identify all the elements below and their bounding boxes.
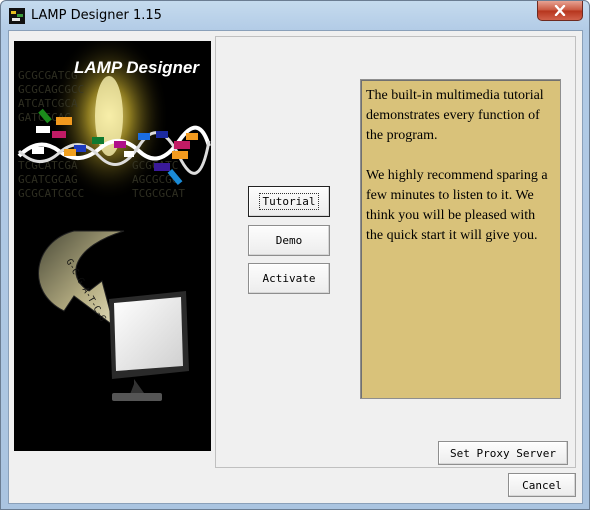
- set-proxy-server-button[interactable]: Set Proxy Server: [438, 441, 568, 465]
- close-icon: [554, 5, 566, 16]
- tutorial-info-text: The built-in multimedia tutorial demonst…: [360, 79, 561, 399]
- content-panel: Tutorial Demo Activate The built-in mult…: [215, 36, 576, 468]
- set-proxy-server-label: Set Proxy Server: [450, 446, 556, 460]
- app-window: LAMP Designer 1.15 GCGCGATCG GCGCAGCGCC …: [0, 0, 590, 510]
- activate-button[interactable]: Activate: [248, 263, 330, 294]
- cancel-button[interactable]: Cancel: [508, 473, 576, 497]
- banner-title: LAMP Designer: [74, 58, 200, 77]
- svg-text:GCGCAGCGCC: GCGCAGCGCC: [18, 83, 84, 96]
- close-button[interactable]: [537, 1, 583, 21]
- svg-text:TCGCGCAT: TCGCGCAT: [132, 187, 185, 200]
- banner-artwork: GCGCGATCG GCGCAGCGCC ATCATCGCA GATCGCAG …: [17, 41, 211, 401]
- demo-button-label: Demo: [275, 234, 303, 247]
- demo-button[interactable]: Demo: [248, 225, 330, 256]
- window-title: LAMP Designer 1.15: [31, 8, 162, 23]
- info-paragraph-1: The built-in multimedia tutorial demonst…: [366, 88, 544, 143]
- svg-text:GCGCGATCG: GCGCGATCG: [18, 69, 78, 82]
- activate-button-label: Activate: [262, 272, 316, 285]
- tutorial-button-label: Tutorial: [258, 193, 320, 210]
- lamp-designer-app-icon: [9, 8, 25, 24]
- banner-image: GCGCGATCG GCGCAGCGCC ATCATCGCA GATCGCAG …: [14, 41, 211, 451]
- dialog-client-area: GCGCGATCG GCGCAGCGCC ATCATCGCA GATCGCAG …: [8, 30, 583, 504]
- tutorial-button[interactable]: Tutorial: [248, 186, 330, 217]
- info-paragraph-2: We highly recommend sparing a few minute…: [366, 168, 548, 243]
- svg-text:ATCATCGCA: ATCATCGCA: [18, 97, 78, 110]
- svg-text:GCATCGCAG: GCATCGCAG: [18, 173, 78, 186]
- cancel-button-label: Cancel: [522, 478, 562, 492]
- title-bar[interactable]: LAMP Designer 1.15: [1, 1, 589, 30]
- svg-text:GCGCATCGCC: GCGCATCGCC: [18, 187, 84, 200]
